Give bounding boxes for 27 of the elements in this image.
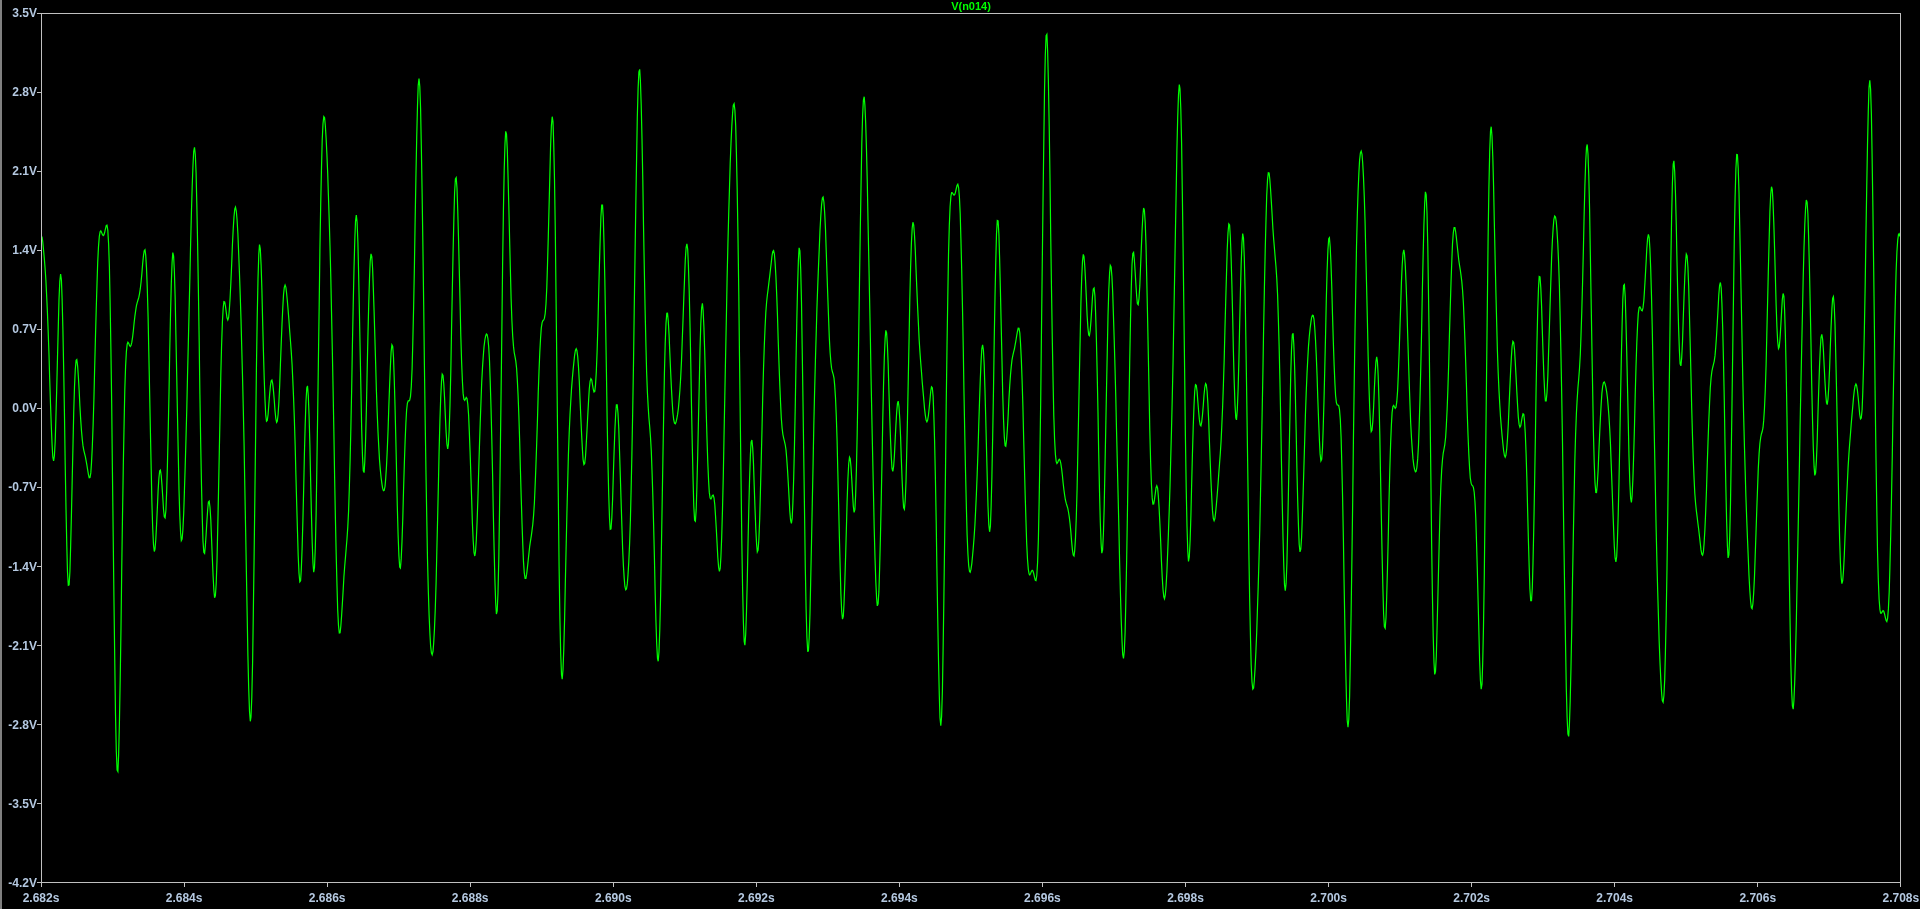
- x-axis-label: 2.686s: [308, 892, 346, 904]
- y-axis-label: 3.5V: [12, 7, 37, 19]
- x-axis-label: 2.704s: [1596, 892, 1634, 904]
- y-axis-label: 2.1V: [12, 165, 37, 178]
- y-axis-label: 1.4V: [12, 244, 37, 257]
- y-axis-label: -1.4V: [8, 560, 37, 573]
- y-axis-label: -3.5V: [8, 797, 37, 810]
- x-axis-label: 2.702s: [1453, 892, 1490, 904]
- x-axis-label: 2.706s: [1739, 892, 1777, 904]
- y-axis-label: 0.0V: [12, 402, 37, 415]
- y-axis-label: -2.8V: [8, 718, 37, 731]
- x-axis-label: 2.688s: [451, 892, 489, 904]
- trace-title[interactable]: V(n014): [951, 1, 991, 12]
- x-axis-label: 2.682s: [22, 892, 60, 904]
- x-axis-label: 2.684s: [165, 892, 203, 904]
- y-axis-label: 0.7V: [12, 323, 37, 336]
- x-axis-label: 2.696s: [1024, 892, 1061, 904]
- x-axis-label: 2.698s: [1167, 892, 1204, 904]
- y-axis-label: -4.2V: [8, 876, 37, 889]
- x-axis-label: 2.694s: [881, 892, 918, 904]
- x-axis-label: 2.692s: [737, 892, 775, 904]
- x-axis-label: 2.700s: [1310, 892, 1347, 904]
- y-axis-label: 2.8V: [12, 86, 37, 99]
- y-axis-label: -2.1V: [8, 639, 37, 652]
- y-axis-label: -0.7V: [8, 481, 37, 494]
- x-axis-label: 2.708s: [1882, 892, 1920, 904]
- x-axis-label: 2.690s: [594, 892, 632, 904]
